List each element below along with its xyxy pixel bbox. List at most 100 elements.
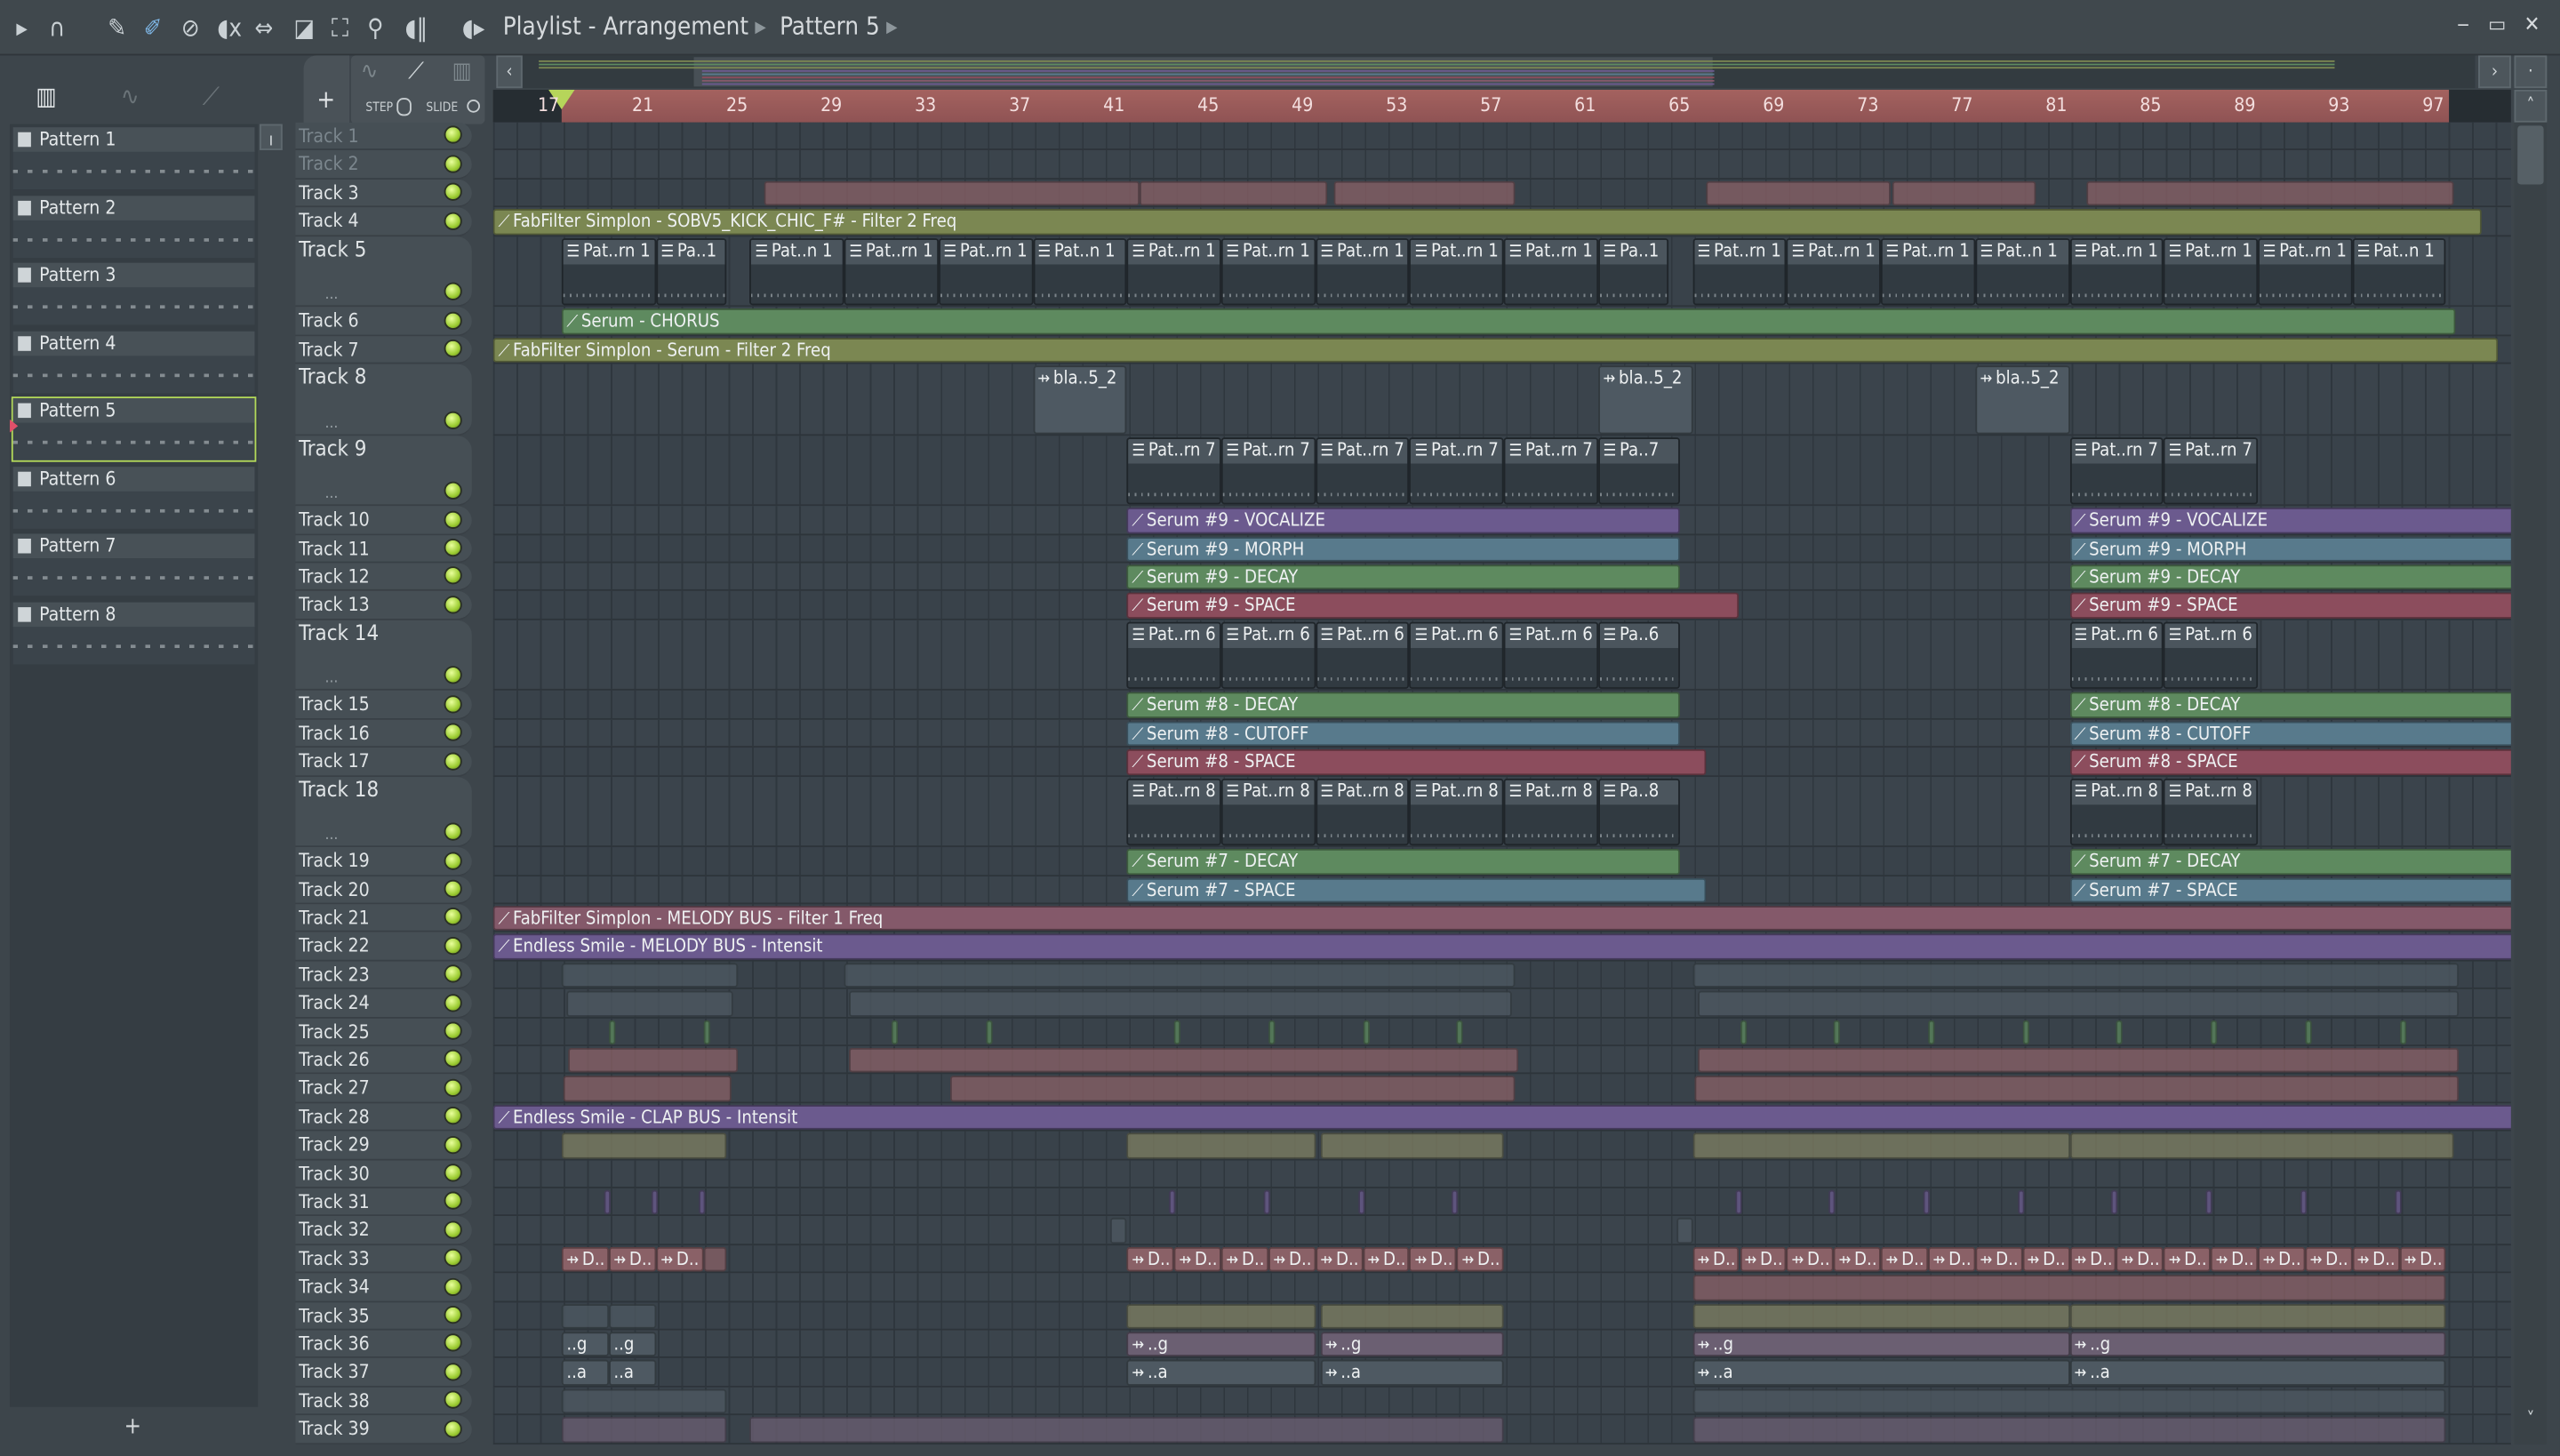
- track-enable-led[interactable]: [444, 1419, 462, 1438]
- audio-clip[interactable]: [2069, 1303, 2447, 1329]
- track-header[interactable]: Track 25: [295, 1018, 472, 1047]
- track-header[interactable]: Track 7: [295, 335, 472, 364]
- audio-clip[interactable]: ⇸ D..: [1975, 1246, 2023, 1272]
- pattern-clip[interactable]: ☰ Pat..n 1: [2352, 237, 2447, 306]
- track-enable-led[interactable]: [444, 283, 462, 301]
- track-lane[interactable]: [492, 961, 2511, 990]
- track-lane[interactable]: ..g ..g ⇸ ..g ⇸ ..g ⇸ ..g ⇸ ..g: [492, 1330, 2511, 1359]
- clip[interactable]: [2116, 1019, 2124, 1045]
- clip[interactable]: [2394, 1189, 2402, 1215]
- pattern-clip[interactable]: ☰ Pat..rn 6: [1315, 621, 1410, 690]
- clip[interactable]: [1928, 1019, 1935, 1045]
- pattern-clip[interactable]: ☰ Pat..rn 8: [1126, 778, 1221, 846]
- automation-clip[interactable]: ⟋ Serum #7 - SPACE: [1126, 877, 1707, 903]
- audio-clip[interactable]: [1692, 1275, 2447, 1300]
- clip[interactable]: [2305, 1019, 2312, 1045]
- track-header[interactable]: Track 15: [295, 691, 472, 720]
- clip[interactable]: [1139, 180, 1328, 206]
- audio-clip[interactable]: ⇸ D..: [655, 1246, 703, 1272]
- pattern-clip[interactable]: ☰ Pat..rn 1: [561, 237, 656, 306]
- audio-clip[interactable]: ⇸ ..a: [1692, 1360, 2070, 1386]
- audio-clip[interactable]: ⇸ ..a: [1126, 1360, 1316, 1386]
- track-lane[interactable]: ⟋ Serum #9 - VOCALIZE ⟋ Serum #9 - VOCALIZE: [492, 506, 2511, 535]
- clip[interactable]: [1692, 1388, 2447, 1414]
- pattern-clip[interactable]: ☰ Pat..rn 1: [1126, 237, 1221, 306]
- automation-clip[interactable]: ⟋ Serum - CHORUS: [561, 308, 2456, 334]
- pattern-clip[interactable]: ☰ Pat..rn 7: [1315, 436, 1410, 505]
- audio-clip[interactable]: ⇸ D..: [1787, 1246, 1835, 1272]
- track-lane[interactable]: ⟋ Serum #9 - DECAY ⟋ Serum #9 - DECAY: [492, 563, 2511, 592]
- clip[interactable]: [1692, 963, 2459, 988]
- track-header[interactable]: Track 31: [295, 1188, 472, 1217]
- clip[interactable]: ..g: [608, 1332, 656, 1357]
- breadcrumb-pattern[interactable]: Pattern 5: [780, 12, 880, 41]
- pattern-item[interactable]: Pattern 2: [12, 195, 255, 258]
- clip[interactable]: [1697, 1047, 2459, 1074]
- delete-icon[interactable]: ⊘: [181, 13, 200, 43]
- track-header[interactable]: Track 34: [295, 1273, 472, 1302]
- pattern-clip[interactable]: ☰ Pat..rn 7: [2164, 436, 2259, 505]
- track-enable-led[interactable]: [444, 964, 462, 983]
- vertical-scrollbar[interactable]: ˅: [2514, 122, 2548, 1445]
- pattern-clip[interactable]: ☰ Pat..rn 6: [1409, 621, 1504, 690]
- slice-icon[interactable]: ◪: [294, 13, 315, 43]
- pattern-clip[interactable]: ☰ Pat..rn 6: [1503, 621, 1598, 690]
- pattern-clip[interactable]: ☰ Pat..rn 8: [1315, 778, 1410, 846]
- audio-clip[interactable]: ⇸ bla..5_2: [1975, 365, 2070, 434]
- clip[interactable]: [1828, 1189, 1836, 1215]
- breadcrumb-playlist[interactable]: Playlist - Arrangement: [503, 12, 748, 41]
- clip[interactable]: [1740, 1019, 1747, 1045]
- track-enable-led[interactable]: [444, 1164, 462, 1182]
- track-lane[interactable]: [492, 150, 2511, 180]
- clip[interactable]: [2205, 1189, 2213, 1215]
- audio-clip[interactable]: ⇸ D..: [2069, 1246, 2117, 1272]
- track-lane[interactable]: ⟋ Serum #7 - DECAY ⟋ Serum #7 - DECAY: [492, 847, 2511, 876]
- track-header[interactable]: Track 38: [295, 1387, 472, 1416]
- audio-clip[interactable]: [1692, 1417, 2447, 1443]
- automation-clip[interactable]: ⟋ Endless Smile - MELODY BUS - Intensit: [492, 934, 2511, 960]
- automation-clip[interactable]: ⟋ Serum #7 - SPACE: [2069, 877, 2511, 903]
- track-header[interactable]: Track 10: [295, 506, 472, 535]
- clip[interactable]: [1452, 1189, 1460, 1215]
- track-header[interactable]: Track 11: [295, 534, 472, 564]
- close-button[interactable]: ✕: [2524, 13, 2540, 38]
- pattern-clip[interactable]: ☰ Pat..rn 8: [1503, 778, 1598, 846]
- picker-scroll-handle[interactable]: ı: [260, 124, 283, 150]
- pattern-clip[interactable]: ☰ Pat..rn 1: [1787, 237, 1882, 306]
- track-enable-led[interactable]: [444, 993, 462, 1012]
- track-header[interactable]: Track 37: [295, 1358, 472, 1388]
- clip[interactable]: [561, 1388, 727, 1414]
- track-header[interactable]: Track 13: [295, 591, 472, 620]
- clip[interactable]: [566, 990, 734, 1017]
- scroll-up-button[interactable]: ˄: [2514, 89, 2548, 123]
- automation-clip[interactable]: ⟋ FabFilter Simplon - Serum - Filter 2 Fr…: [492, 337, 2499, 363]
- audio-clip[interactable]: [749, 1417, 1504, 1443]
- pattern-clip[interactable]: ☰ Pat..rn 8: [2069, 778, 2164, 846]
- audio-clip[interactable]: ⇸ ..g: [1320, 1332, 1504, 1357]
- pattern-clip[interactable]: ☰ Pat..rn 1: [1315, 237, 1410, 306]
- clip[interactable]: [2399, 1019, 2406, 1045]
- audio-clip[interactable]: ⇸ D..: [1834, 1246, 1882, 1272]
- pattern-clip[interactable]: ☰ Pat..rn 1: [844, 237, 939, 306]
- track-lane[interactable]: ⟋ Serum #9 - SPACE ⟋ Serum #9 - SPACE: [492, 591, 2511, 620]
- track-lane[interactable]: [492, 989, 2511, 1019]
- track-enable-led[interactable]: [444, 694, 462, 714]
- track-lane[interactable]: ☰ Pat..rn 7 ☰ Pat..rn 7 ☰ Pat..rn 7 ☰ Pat..rn 7…: [492, 435, 2511, 507]
- track-header[interactable]: Track 5…: [295, 236, 472, 308]
- audio-clip[interactable]: ⇸ D..: [2116, 1246, 2164, 1272]
- track-lane[interactable]: [492, 1387, 2511, 1416]
- clip[interactable]: [608, 1019, 616, 1045]
- zoom-handle-button[interactable]: ·: [2514, 55, 2548, 89]
- track-enable-led[interactable]: [444, 411, 462, 429]
- audio-clip[interactable]: ⇸ D..: [2211, 1246, 2259, 1272]
- audio-clip[interactable]: ⇸ bla..5_2: [1032, 365, 1127, 434]
- track-lane[interactable]: [492, 1131, 2511, 1160]
- pattern-item[interactable]: Pattern 5: [10, 396, 257, 462]
- track-header[interactable]: Track 17: [295, 748, 472, 777]
- track-enable-led[interactable]: [444, 666, 462, 685]
- track-enable-led[interactable]: [444, 339, 462, 358]
- clip[interactable]: [561, 963, 739, 988]
- track-enable-led[interactable]: [444, 723, 462, 742]
- clip[interactable]: [1697, 990, 2459, 1017]
- pattern-item[interactable]: Pattern 8: [12, 601, 255, 664]
